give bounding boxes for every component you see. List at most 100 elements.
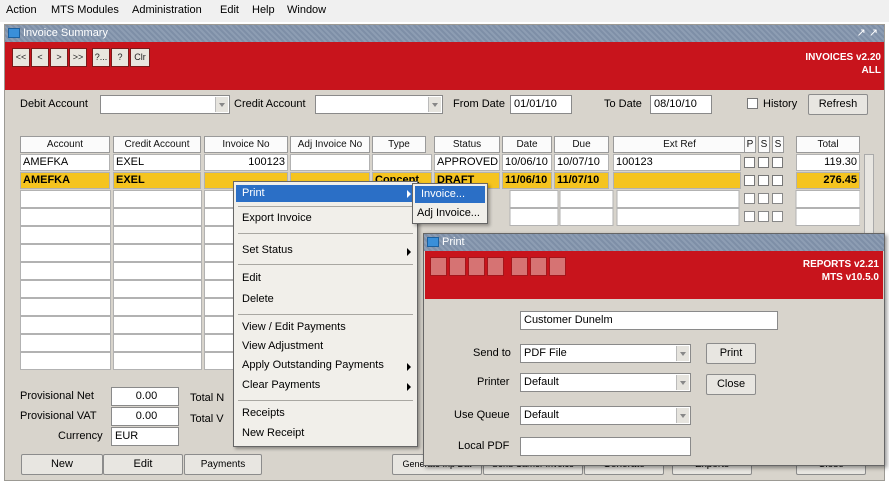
currency-field[interactable]: EUR	[111, 427, 179, 446]
new-button[interactable]: New	[21, 454, 103, 475]
customer-field[interactable]: Customer Dunelm	[520, 311, 778, 330]
to-date-field[interactable]: 08/10/10	[650, 95, 712, 114]
menu-item-export-invoice[interactable]: Export Invoice	[242, 212, 312, 224]
col-header-p[interactable]: P	[744, 136, 756, 153]
app-version: INVOICES v2.20	[805, 52, 881, 63]
cell-invoice-no[interactable]: 100123	[204, 154, 288, 171]
prev-record-button	[449, 257, 466, 276]
next-record-button[interactable]: >	[50, 48, 68, 67]
debit-account-field[interactable]	[100, 95, 230, 114]
debit-account-label: Debit Account	[20, 98, 88, 110]
chevron-down-icon[interactable]	[215, 97, 228, 112]
chevron-down-icon[interactable]	[676, 375, 689, 390]
cell-ext-ref[interactable]	[613, 172, 741, 189]
menu-item-new-receipt[interactable]: New Receipt	[242, 427, 304, 439]
cell-type[interactable]	[372, 154, 432, 171]
cell-total[interactable]: 119.30	[796, 154, 860, 171]
menu-administration[interactable]: Administration	[132, 4, 202, 16]
edit-button[interactable]: Edit	[103, 454, 183, 475]
close-dialog-button[interactable]: Close	[706, 374, 756, 395]
grid-scrollbar[interactable]	[864, 154, 874, 240]
cell-due[interactable]: 11/07/10	[554, 172, 609, 189]
chevron-down-icon[interactable]	[428, 97, 441, 112]
help-button[interactable]: ?	[111, 48, 129, 67]
print-button[interactable]: Print	[706, 343, 756, 364]
menu-item-view-edit-payments[interactable]: View / Edit Payments	[242, 321, 346, 333]
query-button[interactable]: ?...	[92, 48, 110, 67]
col-header-type[interactable]: Type	[372, 136, 426, 153]
col-header-account[interactable]: Account	[20, 136, 110, 153]
window-title-bar[interactable]: Invoice Summary ↗ ↗	[5, 25, 884, 42]
col-header-status[interactable]: Status	[434, 136, 500, 153]
cell-credit-account[interactable]: EXEL	[113, 172, 201, 189]
menu-action[interactable]: Action	[6, 4, 37, 16]
provisional-vat-field[interactable]: 0.00	[111, 407, 179, 426]
help-button	[530, 257, 547, 276]
s-checkbox[interactable]	[758, 157, 769, 168]
main-toolbar: << < > >> ?... ? Clr INVOICES v2.20 ALL	[5, 42, 884, 90]
menu-item-edit[interactable]: Edit	[242, 272, 261, 284]
total-vat-label: Total V	[190, 413, 224, 425]
menu-item-receipts[interactable]: Receipts	[242, 407, 285, 419]
menu-item-delete[interactable]: Delete	[242, 293, 274, 305]
cell-date[interactable]: 10/06/10	[502, 154, 552, 171]
printer-label: Printer	[477, 376, 510, 388]
menu-item-view-adjustment[interactable]: View Adjustment	[242, 340, 323, 352]
credit-account-field[interactable]	[315, 95, 443, 114]
cell-date[interactable]: 11/06/10	[502, 172, 552, 189]
s-checkbox[interactable]	[772, 175, 783, 186]
menu-help[interactable]: Help	[252, 4, 275, 16]
prev-record-button[interactable]: <	[31, 48, 49, 67]
history-checkbox[interactable]	[747, 98, 758, 109]
cell-ext-ref[interactable]: 100123	[613, 154, 741, 171]
payments-button[interactable]: Payments	[184, 454, 262, 475]
chevron-down-icon[interactable]	[676, 346, 689, 361]
col-header-invoice-no[interactable]: Invoice No	[204, 136, 288, 153]
col-header-date[interactable]: Date	[502, 136, 552, 153]
reports-version-title: REPORTS v2.21 MTS v10.5.0	[759, 258, 879, 284]
provisional-net-label: Provisional Net	[20, 390, 94, 402]
window-controls-icon[interactable]: ↗ ↗	[857, 26, 879, 39]
first-record-button[interactable]: <<	[12, 48, 30, 67]
refresh-button[interactable]: Refresh	[808, 94, 868, 115]
local-pdf-field[interactable]	[520, 437, 691, 456]
menu-edit[interactable]: Edit	[220, 4, 239, 16]
submenu-item-adj-invoice[interactable]: Adj Invoice...	[417, 207, 480, 219]
col-header-due[interactable]: Due	[554, 136, 609, 153]
print-dialog: Print REPORTS v2.21 MTS v10.5.0 Customer…	[423, 233, 885, 466]
col-header-adj-invoice-no[interactable]: Adj Invoice No	[290, 136, 370, 153]
menu-item-apply-outstanding-payments[interactable]: Apply Outstanding Payments	[242, 359, 384, 371]
cell-due[interactable]: 10/07/10	[554, 154, 609, 171]
s-checkbox[interactable]	[772, 157, 783, 168]
menu-item-clear-payments[interactable]: Clear Payments	[242, 379, 320, 391]
from-date-field[interactable]: 01/01/10	[510, 95, 572, 114]
col-header-credit-account[interactable]: Credit Account	[113, 136, 201, 153]
printer-select[interactable]: Default	[520, 373, 691, 392]
col-header-s1[interactable]: S	[758, 136, 770, 153]
menu-mts-modules[interactable]: MTS Modules	[51, 4, 119, 16]
col-header-total[interactable]: Total	[796, 136, 860, 153]
menu-item-set-status[interactable]: Set Status	[242, 244, 293, 256]
col-header-s2[interactable]: S	[772, 136, 784, 153]
cell-adj-invoice-no[interactable]	[290, 154, 370, 171]
menu-window[interactable]: Window	[287, 4, 326, 16]
send-to-select[interactable]: PDF File	[520, 344, 691, 363]
menu-item-print[interactable]: Print	[236, 185, 415, 202]
cell-account[interactable]: AMEFKA	[20, 154, 110, 171]
chevron-down-icon[interactable]	[676, 408, 689, 423]
cell-status[interactable]: APPROVED	[434, 154, 500, 171]
cell-account[interactable]: AMEFKA	[20, 172, 110, 189]
p-checkbox[interactable]	[744, 175, 755, 186]
provisional-net-field[interactable]: 0.00	[111, 387, 179, 406]
use-queue-select[interactable]: Default	[520, 406, 691, 425]
print-dialog-title-bar[interactable]: Print	[424, 234, 884, 251]
send-to-label: Send to	[473, 347, 511, 359]
s-checkbox[interactable]	[758, 175, 769, 186]
cell-total[interactable]: 276.45	[796, 172, 860, 189]
col-header-ext-ref[interactable]: Ext Ref	[613, 136, 746, 153]
p-checkbox[interactable]	[744, 157, 755, 168]
submenu-item-invoice[interactable]: Invoice...	[415, 186, 485, 203]
cell-credit-account[interactable]: EXEL	[113, 154, 201, 171]
clear-button[interactable]: Clr	[130, 48, 150, 67]
last-record-button[interactable]: >>	[69, 48, 87, 67]
